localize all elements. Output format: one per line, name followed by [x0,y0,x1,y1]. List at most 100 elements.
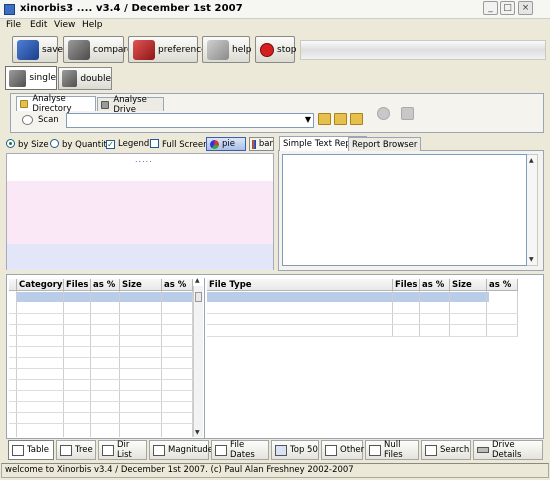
scroll-up-icon[interactable]: ▲ [529,157,534,164]
settings-icon[interactable] [377,107,390,120]
tab-file-dates[interactable]: File Dates [211,440,269,460]
radio-off-icon [50,139,59,148]
col-size-percent[interactable]: as % [487,279,518,291]
scan-path-input[interactable]: ▼ [66,113,314,128]
full-screen-checkbox[interactable]: Full Screen [150,139,208,150]
compare-label: compare [93,44,133,55]
tab-report-browser[interactable]: Report Browser [348,137,422,151]
open-folder-icon[interactable] [318,113,331,125]
menu-view[interactable]: View [54,20,75,30]
by-quantity-radio[interactable]: by Quantity [50,139,112,150]
tab-file-dates-label: File Dates [230,440,255,460]
maximize-button[interactable]: □ [500,1,515,15]
tab-analyse-directory[interactable]: Analyse Directory [16,94,96,114]
radio-on-icon [6,139,15,148]
col-files[interactable]: Files [64,279,91,291]
by-size-radio[interactable]: by Size [6,139,49,150]
stop-button[interactable]: stop [255,36,296,63]
col-files-percent[interactable]: as % [91,279,120,291]
grid-line [9,335,193,336]
list-icon [102,444,114,456]
by-size-label: by Size [18,140,49,150]
category-table[interactable]: Category Files as % Size as % [9,279,193,437]
grid-line [9,401,193,402]
grid-line [392,291,393,337]
save-button[interactable]: save [12,36,63,63]
floppy-icon [17,39,39,60]
help-icon [207,39,229,60]
chevron-down-icon[interactable]: ▼ [305,115,311,124]
pie-chart-button[interactable]: pie [206,137,246,151]
drive-details-icon [477,447,489,453]
help-label: help [232,44,252,55]
table-row[interactable] [207,292,489,302]
grid-line [207,313,518,314]
tab-top-50-label: Top 50 [290,445,318,455]
tab-other-label: Other [340,445,365,455]
toolbox-icon [133,39,155,60]
menu-help[interactable]: Help [82,20,103,30]
table-row[interactable] [17,292,193,302]
menu-bar: File Edit View Help [0,19,550,33]
scroll-down-icon[interactable]: ▼ [195,429,200,436]
menu-file[interactable]: File [6,20,21,30]
minimize-button[interactable]: _ [483,1,498,15]
legend-checkbox[interactable]: ✓ Legend [106,139,149,149]
other-icon [325,444,337,456]
tab-analyse-drive-label: Analyse Drive [113,94,147,115]
scroll-down-icon[interactable]: ▼ [529,256,534,263]
tab-drive-details[interactable]: Drive Details [473,440,543,460]
grid-line [9,324,193,325]
chart-band-blue [7,244,273,270]
calendar-icon [215,444,227,456]
tab-magnitude[interactable]: Magnitude [149,440,213,460]
preferences-button[interactable]: preferences [128,36,211,63]
stop-icon [260,42,274,57]
browse-folder-icon[interactable] [334,113,347,125]
pie-icon [210,139,219,149]
tab-null-files[interactable]: Null Files [365,440,419,460]
file-type-table[interactable]: File Type Files as % Size as % [207,279,518,339]
help-button[interactable]: help [202,36,252,63]
grid-line [207,324,518,325]
drive-small-icon [101,100,110,109]
bar-icon [252,139,256,149]
tab-top-50[interactable]: Top 50 [271,440,319,460]
col-size-percent[interactable]: as % [162,279,193,291]
table-icon [12,444,24,456]
col-size[interactable]: Size [450,279,487,291]
col-files-percent[interactable]: as % [420,279,450,291]
single-label: single [29,73,56,83]
favourite-folder-icon[interactable] [350,113,363,125]
tab-tree[interactable]: Tree [56,440,96,460]
tree-icon [60,444,72,456]
category-table-scrollbar[interactable]: ▲ ▼ [193,277,203,437]
double-mode-button[interactable]: double [58,67,112,90]
report-text-area[interactable] [282,154,527,266]
tab-other[interactable]: Other [321,440,365,460]
legend-label: Legend [118,139,150,149]
col-size[interactable]: Size [120,279,162,291]
col-file-type[interactable]: File Type [207,279,393,291]
single-mode-button[interactable]: single [5,66,57,90]
tab-search[interactable]: Search [421,440,471,460]
menu-edit[interactable]: Edit [30,20,47,30]
scroll-up-icon[interactable]: ▲ [195,277,200,284]
splitter[interactable] [204,278,205,438]
tab-dir-list[interactable]: Dir List [98,440,147,460]
compare-button[interactable]: compare [63,36,133,63]
options-icon[interactable] [401,107,414,120]
tab-table-label: Table [27,445,49,455]
grid-line [207,336,518,337]
tab-analyse-drive[interactable]: Analyse Drive [97,95,164,115]
col-files[interactable]: Files [393,279,420,291]
report-scrollbar[interactable]: ▲ ▼ [527,154,538,266]
bar-chart-button[interactable]: bar [249,137,274,151]
search-icon [425,444,437,456]
close-button[interactable]: × [518,1,533,15]
col-category[interactable]: Category [17,279,64,291]
tab-table[interactable]: Table [8,440,54,460]
top50-icon [275,444,287,456]
full-screen-label: Full Screen [162,140,209,150]
scroll-thumb[interactable] [195,292,202,302]
